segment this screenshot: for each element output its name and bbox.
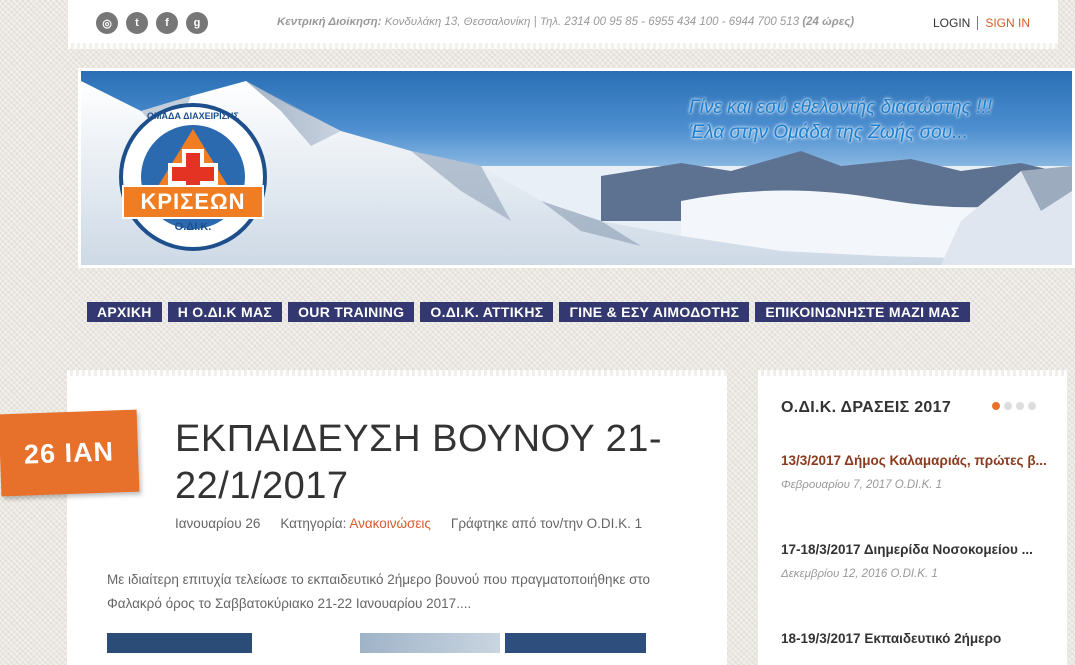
- banner-tagline: Γίνε και εσύ εθελοντής διασώστης !!! Έλα…: [689, 95, 992, 145]
- google-icon[interactable]: g: [186, 12, 208, 34]
- sidebar-title: Ο.ΔΙ.Κ. ΔΡΑΣΕΙΣ 2017: [781, 399, 952, 416]
- slider-dot[interactable]: [1004, 402, 1012, 410]
- post-category-link[interactable]: Ανακοινώσεις: [349, 516, 431, 531]
- nav-training[interactable]: OUR TRAINING: [288, 302, 415, 322]
- logo-top-text: ΟΜΑΔΑ ΔΙΑΧΕΙΡΙΣΗΣ: [147, 111, 239, 121]
- post-excerpt: Με ιδιαίτερη επιτυχία τελείωσε το εκπαιδ…: [107, 572, 651, 611]
- sidebar-widget: Ο.ΔΙ.Κ. ΔΡΑΣΕΙΣ 2017 13/3/2017 Δήμος Καλ…: [758, 370, 1067, 665]
- logo-main-text: ΚΡΙΣΕΩΝ: [140, 189, 246, 214]
- nav-attica[interactable]: Ο.ΔΙ.Κ. ΑΤΤΙΚΗΣ: [420, 302, 554, 322]
- nav-about[interactable]: Η Ο.ΔΙ.Κ ΜΑΣ: [167, 302, 283, 322]
- sidebar-post-title[interactable]: 17-18/3/2017 Διημερίδα Νοσοκομείου ...: [781, 541, 1051, 559]
- slider-dot[interactable]: [1028, 402, 1036, 410]
- slider-dot[interactable]: [992, 402, 1000, 410]
- auth-links: LOGIN SIGN IN: [933, 16, 1030, 30]
- banner-image: ΚΡΙΣΕΩΝ Ο.ΔΙ.Κ. ΟΜΑΔΑ ΔΙΑΧΕΙΡΙΣΗΣ Γίνε κ…: [81, 71, 1072, 265]
- post-thumbnail[interactable]: [360, 633, 500, 653]
- logo-sub-text: Ο.ΔΙ.Κ.: [174, 221, 212, 233]
- main-nav: ΑΡΧΙΚΗ Η Ο.ΔΙ.Κ ΜΑΣ OUR TRAINING Ο.ΔΙ.Κ.…: [87, 302, 970, 322]
- contact-info: Κεντρική Διοίκηση: Κονδυλάκη 13, Θεσσαλο…: [277, 16, 854, 28]
- post-date: Ιανουαρίου 26: [175, 516, 261, 531]
- auth-divider: [977, 16, 979, 30]
- post-category-label: Κατηγορία:: [280, 516, 347, 531]
- tagline-line-2: Έλα στην Ομάδα της Ζωής σου...: [689, 122, 968, 143]
- sidebar-post-meta: Δεκεμβρίου 12, 2016 O.DI.K. 1: [781, 568, 938, 580]
- sidebar-post: 18-19/3/2017 Εκπαιδευτικό 2ήμερο: [781, 630, 1051, 648]
- facebook-icon[interactable]: f: [156, 12, 178, 34]
- nav-home[interactable]: ΑΡΧΙΚΗ: [87, 302, 162, 322]
- signin-link[interactable]: SIGN IN: [985, 16, 1030, 30]
- nav-blood-donor[interactable]: ΓΙΝΕ & ΕΣΥ ΑΙΜΟΔΟΤΗΣ: [559, 302, 750, 322]
- sidebar-post: 13/3/2017 Δήμος Καλαμαριάς, πρώτες β... …: [781, 452, 1051, 491]
- post-date-badge: 26 ΙΑΝ: [0, 409, 140, 497]
- post-thumbnail[interactable]: [505, 633, 646, 653]
- tagline-line-1: Γίνε και εσύ εθελοντής διασώστης !!!: [689, 97, 992, 118]
- header-banner: ΚΡΙΣΕΩΝ Ο.ΔΙ.Κ. ΟΜΑΔΑ ΔΙΑΧΕΙΡΙΣΗΣ Γίνε κ…: [78, 68, 1075, 268]
- login-link[interactable]: LOGIN: [933, 16, 970, 30]
- contact-label: Κεντρική Διοίκηση:: [277, 16, 382, 28]
- post-author: Γράφτηκε από τον/την O.DI.K. 1: [450, 516, 643, 531]
- social-links: ◎ t f g: [96, 12, 208, 34]
- post-meta: Ιανουαρίου 26 Κατηγορία: Ανακοινώσεις Γρ…: [175, 516, 642, 531]
- sidebar-post-meta: Φεβρουαρίου 7, 2017 O.DI.K. 1: [781, 479, 943, 491]
- top-bar: ◎ t f g Κεντρική Διοίκηση: Κονδυλάκη 13,…: [68, 0, 1058, 49]
- contact-text: Κονδυλάκη 13, Θεσσαλονίκη | Τηλ. 2314 00…: [381, 16, 803, 28]
- nav-contact[interactable]: ΕΠΙΚΟΙΝΩΝΗΣΤΕ ΜΑΖΙ ΜΑΣ: [755, 302, 970, 322]
- sidebar-post-title[interactable]: 18-19/3/2017 Εκπαιδευτικό 2ήμερο: [781, 630, 1051, 648]
- twitter-icon[interactable]: t: [126, 12, 148, 34]
- post-category: Κατηγορία: Ανακοινώσεις: [280, 516, 431, 531]
- slider-dot[interactable]: [1016, 402, 1024, 410]
- sidebar-post: 17-18/3/2017 Διημερίδα Νοσοκομείου ... Δ…: [781, 541, 1051, 580]
- post-thumbnail[interactable]: [107, 633, 252, 653]
- sidebar-post-title[interactable]: 13/3/2017 Δήμος Καλαμαριάς, πρώτες β...: [781, 452, 1051, 470]
- rss-icon[interactable]: ◎: [96, 12, 118, 34]
- post-title[interactable]: ΕΚΠΑΙΔΕΥΣΗ ΒΟΥΝΟΥ 21-22/1/2017: [175, 416, 715, 510]
- contact-hours: (24 ώρες): [802, 16, 855, 28]
- slider-dots: [992, 402, 1036, 410]
